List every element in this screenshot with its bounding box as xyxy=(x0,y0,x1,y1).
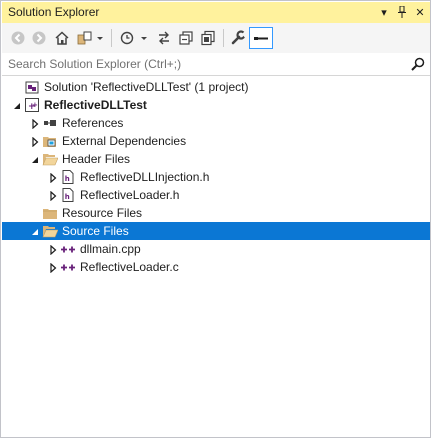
tree-item[interactable]: h ReflectiveLoader.h xyxy=(2,186,430,204)
tree-item[interactable]: ReflectiveLoader.c xyxy=(2,258,430,276)
tree-item[interactable]: + + ReflectiveDLLTest xyxy=(2,96,430,114)
toolbar-separator xyxy=(111,29,112,47)
collapsed-arrow-icon[interactable] xyxy=(48,172,58,184)
tree-item[interactable]: Resource Files xyxy=(2,204,430,222)
tree-item[interactable]: Source Files xyxy=(2,222,430,240)
svg-text:+: + xyxy=(32,101,38,109)
show-all-files-button[interactable] xyxy=(198,28,218,48)
tree-item[interactable]: Header Files xyxy=(2,150,430,168)
chevron-down-icon: ▾ xyxy=(381,6,387,19)
toolbar-separator xyxy=(223,29,224,47)
tree-item-label: Header Files xyxy=(62,152,131,166)
collapsed-arrow-icon[interactable] xyxy=(30,136,40,148)
wrench-icon xyxy=(231,30,246,45)
expanded-arrow-icon[interactable] xyxy=(30,154,40,164)
auto-hide-pin-button[interactable] xyxy=(394,4,410,20)
search-button[interactable] xyxy=(410,56,426,72)
expanded-arrow-icon[interactable] xyxy=(12,100,22,110)
folder-open-icon xyxy=(42,223,59,239)
collapse-all-button[interactable] xyxy=(176,28,196,48)
tree-item-label: ReflectiveDLLTest xyxy=(44,98,147,112)
sync-with-active-document-button[interactable] xyxy=(154,28,174,48)
cpp-project-icon: + + xyxy=(24,97,40,113)
folder-open-icon xyxy=(42,151,59,167)
collapsed-arrow-icon[interactable] xyxy=(48,262,58,274)
expanded-arrow-icon[interactable] xyxy=(30,226,40,236)
tree-item-label: Source Files xyxy=(62,224,129,238)
tree-item-label: Resource Files xyxy=(62,206,143,220)
switch-views-button[interactable] xyxy=(75,28,105,48)
search-icon xyxy=(411,57,425,71)
tree-item[interactable]: dllmain.cpp xyxy=(2,240,430,258)
history-clock-icon xyxy=(120,31,147,45)
header-file-icon: h xyxy=(60,169,76,185)
switch-views-icon xyxy=(77,31,103,45)
cpp-file-icon xyxy=(60,241,76,257)
properties-button[interactable] xyxy=(228,28,248,48)
forward-arrow-icon xyxy=(32,31,46,45)
pending-changes-filter-button[interactable] xyxy=(118,28,150,48)
sync-arrows-icon xyxy=(159,31,169,45)
preview-icon xyxy=(254,37,268,40)
close-icon: ✕ xyxy=(415,6,425,19)
home-button[interactable] xyxy=(52,28,72,48)
search-input[interactable] xyxy=(2,53,388,75)
references-icon xyxy=(42,115,58,131)
tree-item-label: Solution 'ReflectiveDLLTest' (1 project) xyxy=(44,80,249,94)
svg-text:h: h xyxy=(65,175,70,183)
tree-item[interactable]: Solution 'ReflectiveDLLTest' (1 project) xyxy=(2,78,430,96)
tree-item-label: dllmain.cpp xyxy=(80,242,141,256)
title-bar: Solution Explorer ▾ ✕ xyxy=(2,2,430,23)
home-icon xyxy=(55,31,69,45)
preview-selected-items-button[interactable] xyxy=(249,27,273,49)
external-dependencies-icon xyxy=(42,133,58,149)
tree-item[interactable]: External Dependencies xyxy=(2,132,430,150)
svg-text:h: h xyxy=(65,193,70,201)
collapse-all-icon xyxy=(179,31,193,45)
back-button[interactable] xyxy=(8,28,28,48)
search-bar xyxy=(2,53,430,76)
forward-button[interactable] xyxy=(29,28,49,48)
header-file-icon: h xyxy=(60,187,76,203)
folder-icon xyxy=(42,205,58,221)
tree-item-label: ReflectiveDLLInjection.h xyxy=(80,170,210,184)
tree-item[interactable]: References xyxy=(2,114,430,132)
tree-item[interactable]: h ReflectiveDLLInjection.h xyxy=(2,168,430,186)
toolbar xyxy=(2,23,430,54)
pin-icon xyxy=(398,6,406,18)
tree-item-label: ReflectiveLoader.h xyxy=(80,188,180,202)
solution-icon xyxy=(24,79,40,95)
tree-item-label: External Dependencies xyxy=(62,134,187,148)
close-button[interactable]: ✕ xyxy=(412,4,428,20)
window-menu-dropdown-button[interactable]: ▾ xyxy=(376,4,392,20)
tree-item-label: References xyxy=(62,116,124,130)
collapsed-arrow-icon[interactable] xyxy=(48,190,58,202)
window-title: Solution Explorer xyxy=(8,5,100,19)
collapsed-arrow-icon[interactable] xyxy=(30,118,40,130)
tree-item-label: ReflectiveLoader.c xyxy=(80,260,179,274)
collapsed-arrow-icon[interactable] xyxy=(48,244,58,256)
cpp-file-icon xyxy=(60,259,76,275)
back-arrow-icon xyxy=(11,31,25,45)
show-all-files-icon xyxy=(201,30,215,46)
solution-explorer-window: Solution Explorer ▾ ✕ Search Solution Ex… xyxy=(0,0,431,438)
